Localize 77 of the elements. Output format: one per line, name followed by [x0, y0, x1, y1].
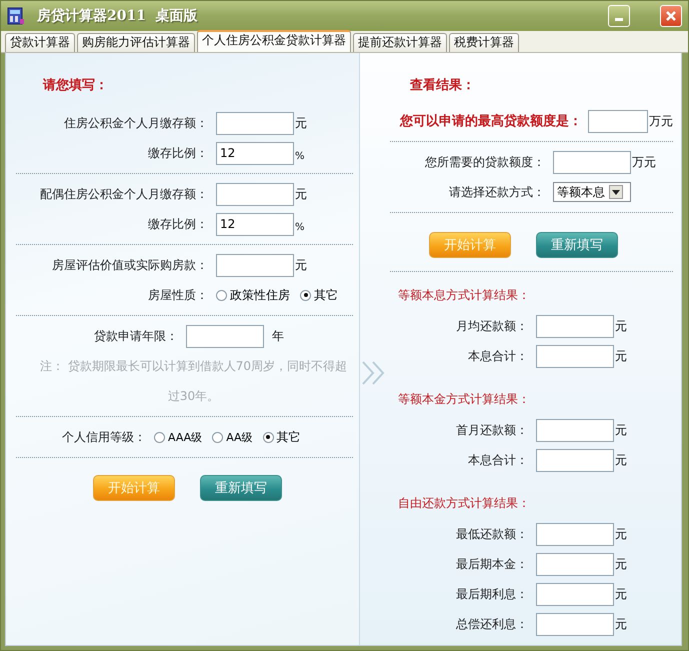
reset-button[interactable]: 重新填写	[200, 475, 282, 501]
unit-label: 元	[615, 452, 627, 468]
field-label: 月均还款额：	[455, 318, 528, 334]
tab[interactable]: 个人住房公积金贷款计算器	[197, 30, 351, 52]
unit-label: 元	[615, 526, 627, 542]
close-button[interactable]	[660, 5, 682, 27]
input-field[interactable]	[536, 552, 614, 576]
unit-label: 元	[295, 256, 307, 274]
field-label: 本息合计：	[467, 452, 528, 468]
app-icon	[7, 7, 25, 25]
unit-label: %	[295, 222, 305, 232]
unit-label: 元	[615, 422, 627, 438]
reset-button[interactable]: 重新填写	[536, 232, 618, 258]
field-label: 房屋评估价值或实际购房款：	[51, 256, 208, 274]
input-field[interactable]	[216, 254, 294, 276]
field-label: 住房公积金个人月缴存额：	[63, 114, 208, 132]
input-field[interactable]: 12	[216, 142, 294, 164]
tab[interactable]: 提前还款计算器	[353, 33, 447, 52]
input-field[interactable]	[216, 112, 294, 134]
result-heading: 等额本金方式计算结果：	[398, 391, 531, 408]
field-label: 房屋性质：	[147, 286, 208, 304]
input-field[interactable]	[588, 110, 648, 132]
unit-label: 万元	[649, 112, 673, 130]
minimize-button[interactable]	[608, 5, 630, 27]
section-heading: 查看结果：	[410, 77, 476, 95]
radio-option[interactable]: 其它	[300, 286, 338, 304]
field-label: 您可以申请的最高贷款额度是：	[398, 112, 582, 130]
result-heading: 自由还款方式计算结果：	[398, 495, 531, 512]
tab[interactable]: 税费计算器	[449, 33, 519, 52]
field-label: 配偶住房公积金个人月缴存额：	[39, 186, 208, 202]
radio-option[interactable]: AAA级	[154, 430, 202, 444]
unit-label: 元	[615, 318, 627, 334]
window-title: 房贷计算器2011 桌面版	[37, 7, 199, 25]
note-text: 注： 贷款期限最长可以计算到借款人70周岁，同时不得超过30年。	[38, 358, 348, 405]
input-field[interactable]: 12	[216, 212, 294, 236]
input-field[interactable]	[553, 150, 631, 174]
radio-option[interactable]: AA级	[212, 430, 253, 444]
input-field[interactable]	[186, 324, 264, 348]
field-label: 您所需要的贷款额度：	[424, 154, 545, 170]
tab[interactable]: 贷款计算器	[5, 33, 75, 52]
minimize-icon	[615, 18, 623, 21]
unit-label: 年	[272, 328, 284, 344]
input-field[interactable]	[536, 582, 614, 606]
field-label: 缴存比例：	[147, 144, 208, 162]
field-label: 最后期本金：	[455, 556, 528, 572]
result-heading: 等额本息方式计算结果：	[398, 287, 531, 304]
radio-option[interactable]: 其它	[262, 428, 301, 446]
field-label: 本息合计：	[467, 348, 528, 364]
unit-label: 元	[615, 616, 627, 632]
unit-label: 元	[615, 348, 627, 364]
input-field[interactable]	[536, 612, 614, 636]
field-label: 最后期利息：	[455, 586, 528, 602]
field-label: 最低还款额：	[455, 526, 528, 542]
field-label: 总偿还利息：	[455, 616, 528, 632]
tab[interactable]: 购房能力评估计算器	[77, 33, 195, 52]
field-label: 请选择还款方式：	[448, 184, 545, 200]
input-field[interactable]	[536, 418, 614, 442]
input-field[interactable]	[216, 182, 294, 206]
input-field[interactable]	[536, 448, 614, 472]
caret-icon	[609, 185, 623, 199]
close-icon	[665, 10, 677, 22]
field-label: 个人信用等级：	[61, 428, 146, 446]
unit-label: 元	[615, 556, 627, 572]
input-field[interactable]	[536, 344, 614, 368]
unit-label: 万元	[632, 154, 656, 170]
field-label: 缴存比例：	[147, 216, 208, 232]
input-field[interactable]	[536, 522, 614, 546]
unit-label: 元	[615, 586, 627, 602]
input-field[interactable]	[536, 314, 614, 338]
unit-label: %	[295, 150, 305, 162]
section-heading: 请您填写：	[43, 77, 109, 95]
radio-option[interactable]: 政策性住房	[216, 286, 290, 304]
field-label: 首月还款额：	[455, 422, 528, 438]
unit-label: 元	[295, 186, 307, 202]
field-label: 贷款申请年限：	[93, 328, 178, 344]
repayment-select[interactable]: 等额本息	[553, 182, 631, 202]
unit-label: 元	[295, 114, 307, 132]
